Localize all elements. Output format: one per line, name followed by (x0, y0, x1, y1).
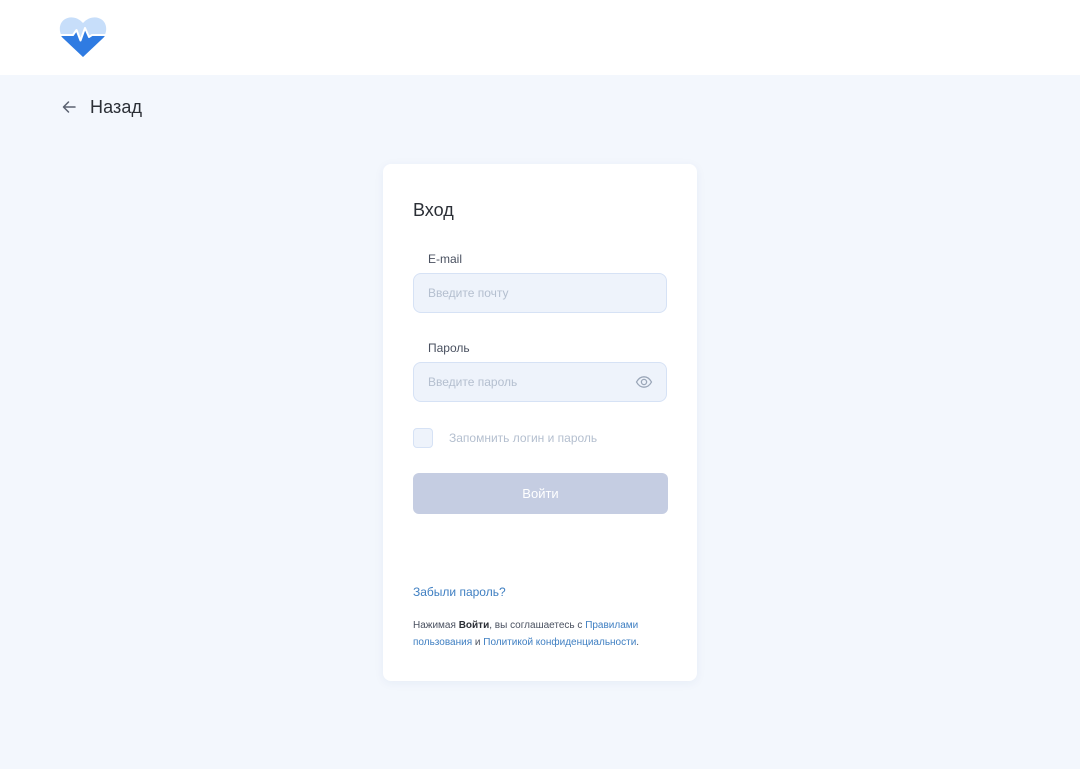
remember-label: Запомнить логин и пароль (449, 431, 598, 445)
eye-icon[interactable] (635, 374, 653, 390)
back-link[interactable]: Назад (61, 95, 142, 119)
password-label: Пароль (428, 341, 470, 355)
terms-action: Войти (458, 620, 490, 631)
terms-text: Нажимая Войти, вы соглашаетесь с Правила… (413, 617, 675, 651)
email-label: E-mail (428, 252, 463, 266)
login-card: Вход E-mail Пароль Запомнить логин и пар… (383, 164, 697, 681)
terms-prefix: Нажимая (413, 620, 459, 631)
password-input[interactable] (413, 362, 667, 402)
remember-checkbox-row[interactable]: Запомнить логин и пароль (413, 428, 597, 448)
login-title: Вход (413, 200, 454, 220)
logo[interactable] (59, 16, 107, 58)
terms-privacy-link[interactable]: Политикой конфиденциальности (483, 637, 636, 648)
email-input[interactable] (413, 273, 667, 313)
back-label: Назад (90, 96, 143, 117)
heart-pulse-logo-icon (59, 17, 107, 58)
arrow-left-icon (61, 99, 77, 115)
login-button[interactable]: Войти (413, 473, 668, 514)
remember-checkbox[interactable] (413, 428, 433, 448)
terms-middle: , вы соглашаетесь с (489, 620, 586, 631)
terms-conjunction: и (472, 637, 484, 648)
top-header (0, 0, 1080, 75)
terms-suffix: . (636, 637, 640, 648)
forgot-password-link[interactable]: Забыли пароль? (413, 585, 506, 599)
